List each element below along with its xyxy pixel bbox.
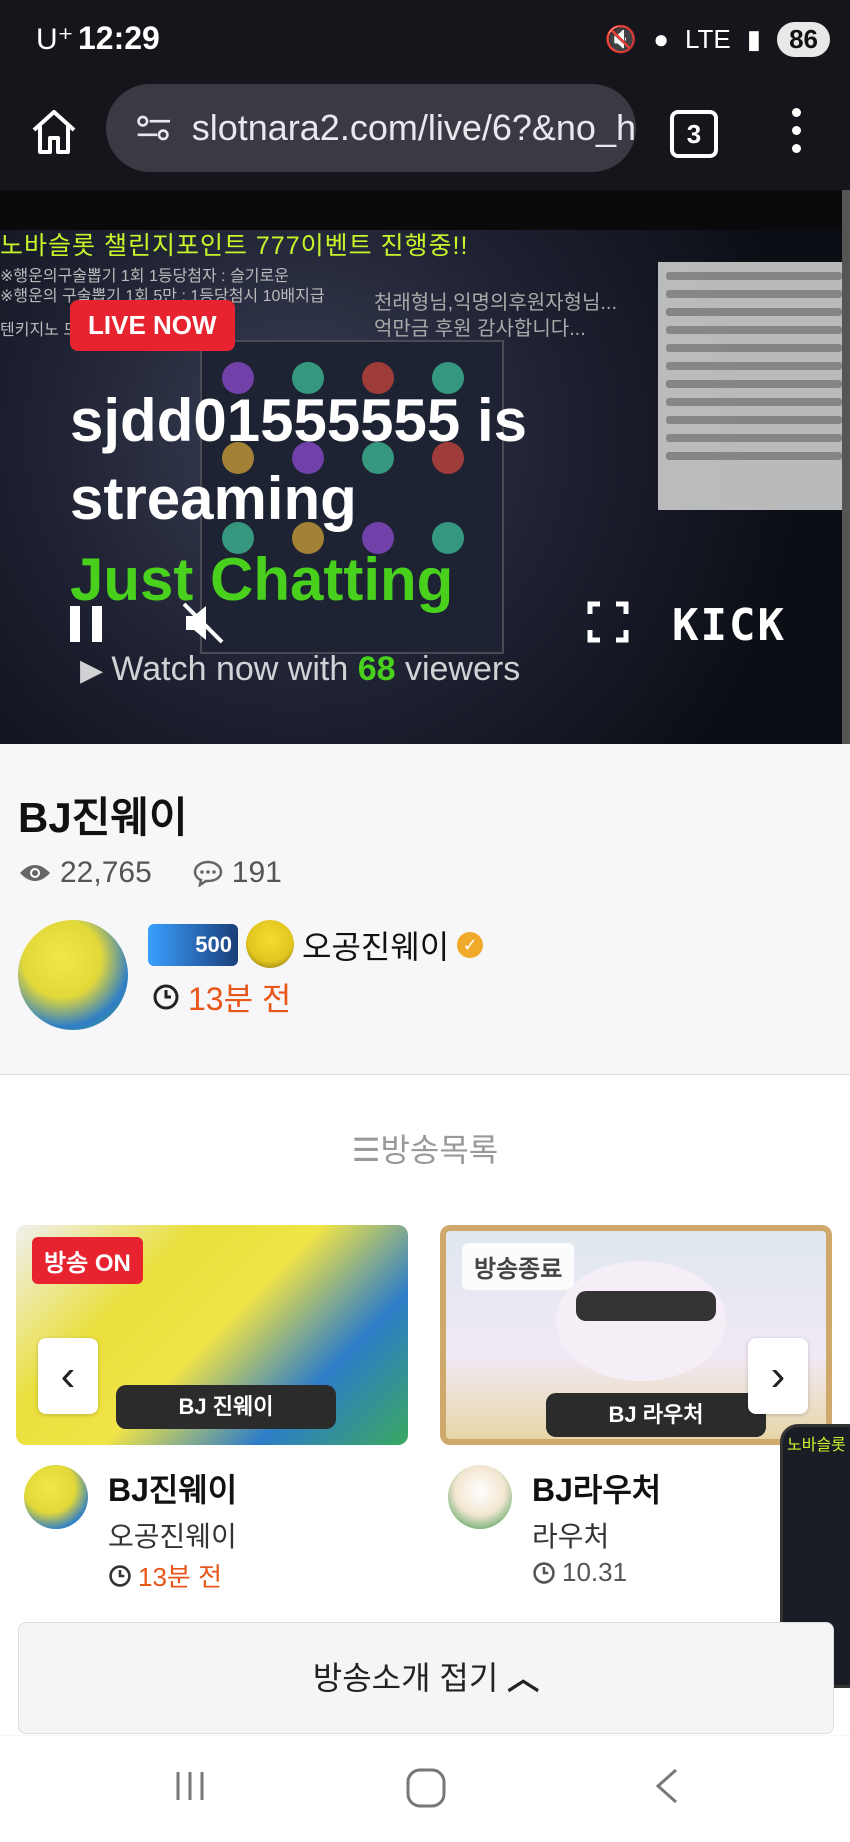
clock-icon xyxy=(533,1561,555,1584)
watch-now-line: ▶ Watch now with 68 viewers xyxy=(80,650,520,689)
carousel-next-button[interactable]: › xyxy=(748,1338,808,1414)
card-time: 10.31 xyxy=(532,1557,627,1588)
stream-title: sjdd01555555 is streaming xyxy=(70,387,528,532)
kick-logo[interactable]: KICK xyxy=(672,600,786,651)
clock: 12:29 xyxy=(78,20,160,56)
chevron-up-icon: ︿ xyxy=(507,1660,540,1696)
network-label: LTE xyxy=(685,24,731,54)
carousel-prev-button[interactable]: ‹ xyxy=(38,1338,98,1414)
back-icon[interactable] xyxy=(650,1766,686,1806)
home-icon[interactable] xyxy=(28,106,80,158)
avatar[interactable] xyxy=(24,1465,88,1529)
comment-count: 191 xyxy=(231,856,282,889)
author-row: 오공진웨이 ✓ xyxy=(302,922,484,968)
posted-time: 13분 전 xyxy=(152,974,291,1020)
home-nav-icon[interactable] xyxy=(404,1766,448,1810)
url-text: slotnara2.com/live/6?&no_h xyxy=(191,107,636,148)
battery-level: 86 xyxy=(777,22,830,57)
stream-overlay-title: 노바슬롯 챌린지포인트 777이벤트 진행중!! xyxy=(0,232,469,260)
live-badge: LIVE NOW xyxy=(70,300,235,351)
broadcast-info: BJ진웨이 22,765 191 500 오공진웨이 ✓ 13분 전 xyxy=(0,744,850,1075)
streamer-avatar[interactable] xyxy=(18,920,128,1030)
more-menu-icon[interactable] xyxy=(786,108,806,158)
eye-icon xyxy=(20,865,50,881)
comment-icon xyxy=(193,860,223,887)
list-heading: ☰방송목록 xyxy=(0,1125,850,1171)
chevron-left-icon: ‹ xyxy=(60,1351,76,1400)
collapse-label: 방송소개 접기 xyxy=(312,1660,499,1696)
location-icon: ● xyxy=(653,24,669,54)
stream-category: Just Chatting xyxy=(70,546,454,613)
page-title: BJ진웨이 xyxy=(18,794,188,841)
level-badge: 500 xyxy=(148,924,238,966)
clock-icon xyxy=(109,1564,131,1587)
fullscreen-icon[interactable] xyxy=(586,600,630,644)
posted-time-text: 13분 전 xyxy=(188,981,292,1017)
recents-icon[interactable] xyxy=(170,1766,210,1806)
muted-speaker-icon[interactable] xyxy=(180,600,226,646)
signal-icon: ▮ xyxy=(746,24,762,54)
card-subtitle: 라우처 xyxy=(532,1521,610,1552)
card-title[interactable]: BJ진웨이 xyxy=(108,1465,237,1511)
pause-icon[interactable] xyxy=(66,602,106,646)
sunglasses-illustration xyxy=(576,1291,716,1321)
mini-player-text: 노바슬롯 xyxy=(787,1437,846,1454)
author-nickname[interactable]: 오공진웨이 xyxy=(302,922,449,968)
card-subtitle: 오공진웨이 xyxy=(108,1521,237,1552)
watch-now-suffix: viewers xyxy=(395,650,521,688)
status-badge: 방송 ON xyxy=(32,1237,143,1284)
card-title[interactable]: BJ라우처 xyxy=(532,1465,661,1511)
site-settings-icon[interactable] xyxy=(136,113,172,143)
scrollbar[interactable] xyxy=(842,190,850,744)
thanks-text: 억만금 후원 감사합니다... xyxy=(374,318,586,340)
thanks-text: 천래형님,익명의후원자형님... xyxy=(374,292,618,314)
bird-emblem xyxy=(246,920,294,968)
view-count: 22,765 xyxy=(60,856,152,889)
list-icon: ☰ xyxy=(351,1132,381,1168)
video-player[interactable]: 노바슬롯 챌린지포인트 777이벤트 진행중!! ※행운의구술뽑기 1회 1등당… xyxy=(0,190,850,744)
thumbnail-plate: BJ 진웨이 xyxy=(116,1385,336,1429)
status-bar: U⁺ 12:29 🔇 ● LTE ▮ 86 xyxy=(0,0,850,80)
stats-row: 22,765 191 xyxy=(18,856,282,890)
browser-toolbar: slotnara2.com/live/6?&no_h 3 xyxy=(0,80,850,190)
collapse-description-button[interactable]: 방송소개 접기 ︿ xyxy=(18,1622,834,1734)
clock-icon xyxy=(153,984,179,1010)
watch-now-prefix: Watch now with xyxy=(111,650,358,688)
play-icon: ▶ xyxy=(80,654,112,687)
viewer-count: 68 xyxy=(357,650,396,688)
verified-icon: ✓ xyxy=(457,932,484,958)
mute-icon: 🔇 xyxy=(604,24,638,54)
status-badge: 방송종료 xyxy=(462,1243,575,1290)
chat-overlay xyxy=(658,262,850,510)
avatar[interactable] xyxy=(448,1465,512,1529)
card-time-text: 10.31 xyxy=(562,1557,628,1587)
card-time-text: 13분 전 xyxy=(138,1562,222,1592)
tab-switcher-button[interactable]: 3 xyxy=(670,110,718,158)
thumbnail-plate: BJ 라우처 xyxy=(546,1393,766,1437)
system-nav-bar xyxy=(0,1736,850,1842)
carrier-label: U⁺ xyxy=(36,23,74,56)
card-time: 13분 전 xyxy=(108,1557,222,1594)
rabbit-illustration xyxy=(556,1261,726,1381)
address-bar[interactable]: slotnara2.com/live/6?&no_h xyxy=(106,84,636,172)
list-heading-text: 방송목록 xyxy=(380,1132,499,1168)
chevron-right-icon: › xyxy=(770,1351,786,1400)
